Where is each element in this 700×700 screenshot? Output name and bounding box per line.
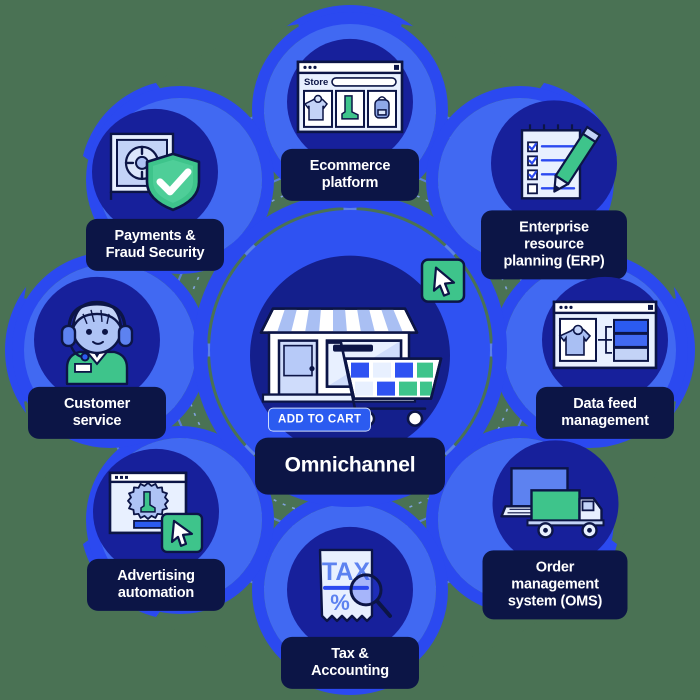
customer-service-label: Customer service <box>28 386 166 440</box>
node-omnichannel[interactable]: ADD TO CART Omnichannel <box>250 255 466 495</box>
tax-circle: TAX % <box>287 526 413 653</box>
ecommerce-platform-label: Ecommerce platform <box>281 148 419 202</box>
omnichannel-label: Omnichannel <box>254 437 446 495</box>
data-feed-label: Data feed management <box>536 386 674 440</box>
add-to-cart-button[interactable]: ADD TO CART <box>268 407 372 432</box>
svg-text:%: % <box>330 590 350 615</box>
customer-service-circle <box>34 276 160 403</box>
omnichannel-circle: ADD TO CART <box>250 255 466 456</box>
node-advertising-automation[interactable]: Advertising automation <box>87 448 225 612</box>
node-enterprise-resource-planning[interactable]: Enterprise resource planning (ERP) <box>481 100 627 280</box>
green-cursor-icon <box>420 258 466 309</box>
node-data-feed-management[interactable]: Data feed management <box>536 276 674 440</box>
node-customer-service[interactable]: Customer service <box>28 276 166 440</box>
payments-label: Payments & Fraud Security <box>86 218 224 272</box>
ecommerce-platform-circle: Store <box>287 38 413 165</box>
oms-label: Order management system (OMS) <box>482 550 628 620</box>
payments-circle <box>92 108 218 235</box>
browser-store-window-icon: Store <box>287 39 413 165</box>
omnichannel-diagram: ADD TO CART Omnichannel Store Ecommerce … <box>0 0 700 700</box>
checklist-notepad-pencil-icon <box>491 100 617 226</box>
advertising-circle <box>93 448 219 575</box>
tax-label: Tax & Accounting <box>281 636 419 690</box>
oms-circle <box>492 440 618 567</box>
erp-circle <box>491 100 617 227</box>
node-tax-accounting[interactable]: TAX % Tax & Accounting <box>281 526 419 690</box>
data-feed-circle <box>542 276 668 403</box>
safe-vault-shield-check-icon <box>92 109 218 235</box>
node-payments-fraud-security[interactable]: Payments & Fraud Security <box>86 108 224 272</box>
ad-window-cursor-icon <box>93 449 219 575</box>
support-agent-headset-icon <box>34 277 160 403</box>
product-feed-window-icon <box>542 277 668 403</box>
advertising-label: Advertising automation <box>87 558 225 612</box>
erp-label: Enterprise resource planning (ERP) <box>481 210 627 280</box>
browser-store-title: Store <box>304 77 328 88</box>
node-order-management-system[interactable]: Order management system (OMS) <box>482 440 628 620</box>
tax-receipt-magnifier-icon: TAX % <box>287 527 413 653</box>
node-ecommerce-platform[interactable]: Store Ecommerce platform <box>281 38 419 202</box>
laptop-delivery-truck-icon <box>492 440 618 566</box>
